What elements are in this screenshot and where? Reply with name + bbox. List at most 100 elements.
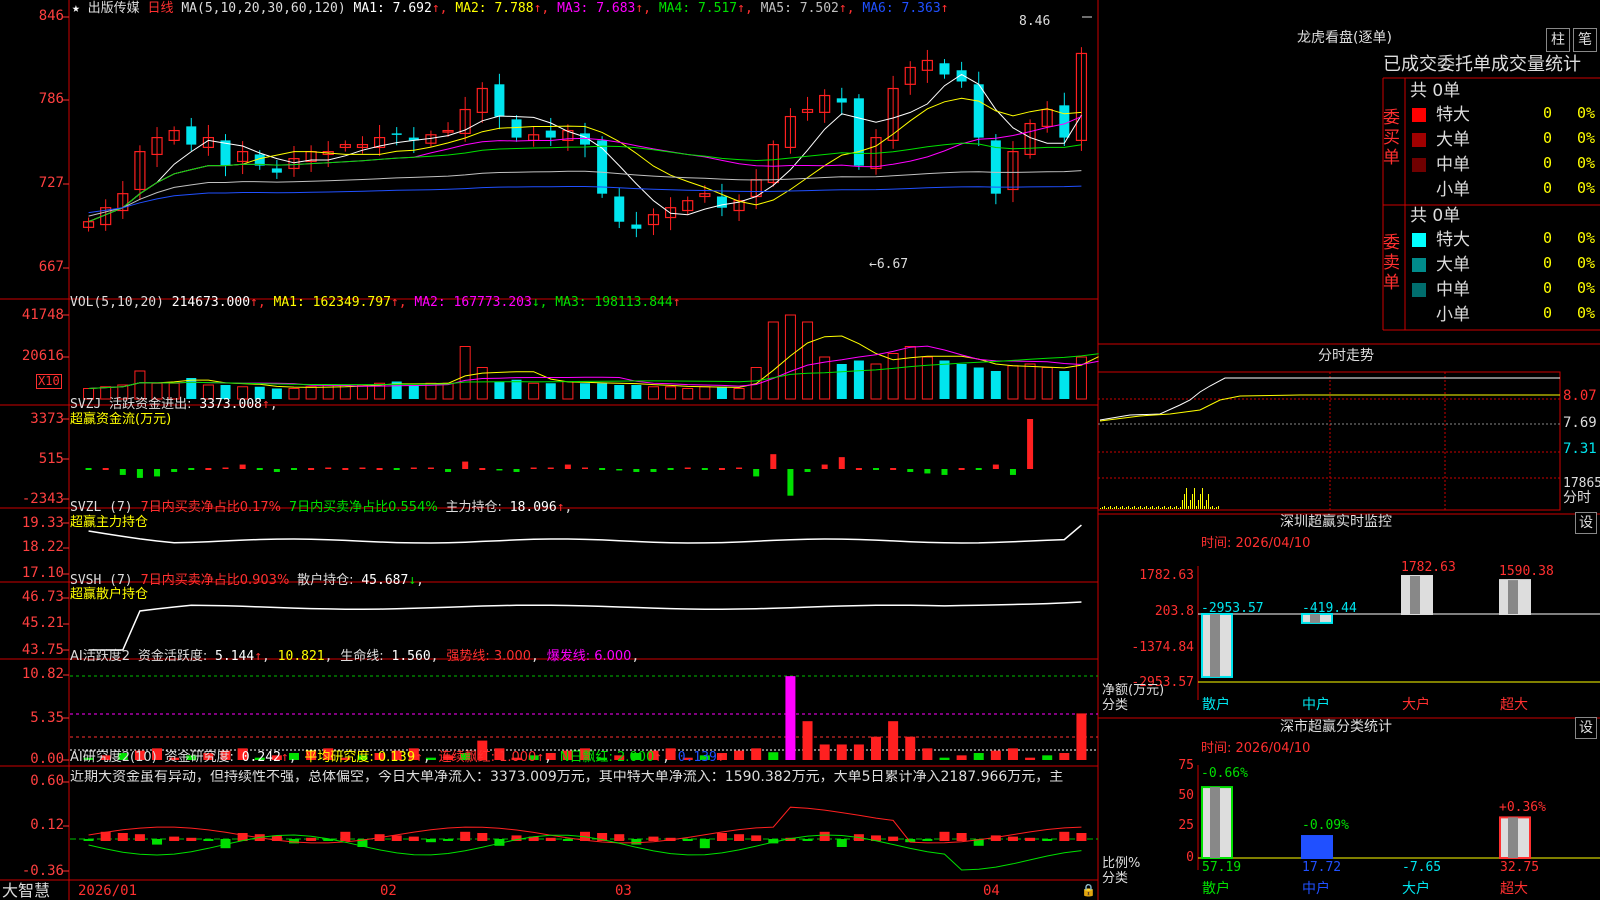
svzj-header: SVZJ 活跃资金进出: 3373.008↑,: [70, 397, 278, 412]
sz-monitor-settings-button[interactable]: 设: [1575, 512, 1597, 534]
svsh-line: [88, 601, 1082, 651]
svzj-bar: [718, 468, 725, 470]
star-icon: ★: [72, 1, 80, 16]
intraday-vol-bar: [1208, 494, 1209, 509]
intraday-vol-bar: [1182, 500, 1183, 509]
sz-category-bar-shade: [1508, 817, 1518, 858]
sz-category-change-1: -0.09%: [1302, 818, 1349, 833]
sz-category-y-tick-3: 0: [1186, 850, 1194, 865]
intraday-vol-bar: [1178, 508, 1179, 509]
intraday-vol-bar: [1210, 507, 1211, 509]
volume-bar: [580, 383, 590, 399]
buy-row-2-name: 中单: [1436, 155, 1470, 175]
svzj-bar: [821, 464, 828, 469]
dragon-header: 已成交委托单成交量统计: [1383, 54, 1581, 75]
ai-bar: [1059, 753, 1070, 760]
research-title: AI研究度2(10): [70, 750, 157, 765]
intraday-tick-label: 分时: [1563, 490, 1591, 506]
lock-icon[interactable]: 🔒: [1081, 883, 1096, 898]
intraday-vol-bar: [1128, 506, 1129, 509]
sz-category-title: 深市超赢分类统计: [1280, 719, 1392, 735]
svzj-y-tick-1: 515: [38, 451, 64, 467]
tick-mode-button[interactable]: 笔: [1573, 28, 1597, 52]
research-bar: [922, 839, 933, 841]
stock-name[interactable]: 出版传媒: [88, 1, 140, 16]
svsh-y-tick-2: 43.75: [21, 642, 64, 658]
intraday-vol-bar: [1130, 508, 1131, 509]
high-price-note: 8.46: [1019, 14, 1051, 29]
volume-bar: [305, 386, 317, 400]
volume-bar: [134, 370, 146, 400]
sell-row-2-count: 0: [1543, 279, 1553, 297]
research-bar: [819, 831, 830, 841]
svzj-bar: [701, 468, 708, 470]
svzj-bar: [513, 469, 520, 472]
svsh-label: 散户持仓:: [297, 573, 354, 588]
low-price-note: ←6.67: [869, 257, 909, 272]
sz-monitor-date: 时间: 2026/04/10: [1201, 536, 1311, 551]
ai-header: AI活跃度2 资金活跃度: 5.144↑, 10.821, 生命线: 1.560…: [70, 649, 640, 664]
svzl-header: SVZL (7) 7日内买卖净占比0.17% 7日内买卖净占比0.554% 主力…: [70, 500, 573, 515]
ai-bar: [768, 752, 779, 760]
buy-row-1-pct: 0%: [1577, 129, 1596, 147]
brand-logo[interactable]: 大智慧: [2, 882, 50, 900]
svzj-bar: [445, 469, 452, 472]
svzj-bar: [393, 468, 400, 470]
intraday-vol-bar: [1102, 507, 1103, 509]
ai-value: 5.144: [215, 649, 255, 664]
date-label-mar: 03: [615, 883, 632, 899]
svzj-bar: [838, 457, 845, 469]
sz-category-value-1: 17.72: [1302, 860, 1342, 875]
sz-category-settings-button[interactable]: 设: [1575, 717, 1597, 739]
buy-row-3-count: 0: [1543, 179, 1553, 197]
svzj-bar: [136, 469, 143, 478]
intraday-tick-1: 8.07: [1563, 388, 1597, 404]
sz-category-cat-label: 分类: [1102, 871, 1129, 886]
period-label[interactable]: 日线: [148, 1, 174, 16]
sell-row-1-pct: 0%: [1577, 254, 1596, 272]
ai-bar: [973, 753, 984, 760]
volume-bar: [784, 314, 796, 400]
svzl-y-tick-1: 18.22: [21, 539, 64, 555]
svzj-value: 3373.008: [199, 397, 262, 412]
chart-canvas: [0, 0, 1600, 900]
candle-body: [990, 140, 1001, 194]
sz-monitor-value-0: -2953.57: [1201, 601, 1264, 616]
candle-body: [956, 70, 967, 82]
ai-value-2: 10.821: [277, 649, 325, 664]
research-bar: [631, 839, 642, 845]
intraday-vol-bar: [1144, 507, 1145, 509]
intraday-frame: [1097, 371, 1561, 511]
sz-category-cat-0: 散户: [1202, 881, 1230, 897]
date-label-apr: 04: [983, 883, 1000, 899]
vol-y-tick-1: 20616: [21, 348, 64, 364]
life-value: 1.560: [391, 649, 431, 664]
sell-total: 共 0单: [1410, 206, 1461, 226]
sz-monitor-bar-shade: [1508, 580, 1518, 614]
volume-bar: [665, 386, 677, 400]
svzj-bar: [873, 468, 880, 470]
svsh-subtitle: 超赢散户持仓: [70, 587, 149, 602]
ma-1-value: MA1: 7.692: [353, 1, 432, 16]
buy-0-swatch: [1412, 108, 1426, 122]
bar-mode-button[interactable]: 柱: [1546, 28, 1570, 52]
candle-body: [614, 196, 625, 222]
research-bar: [306, 837, 317, 841]
intraday-title: 分时走势: [1318, 348, 1374, 364]
svsh-header: SVSH (7) 7日内买卖净占比0.903% 散户持仓: 45.687↓,: [70, 573, 424, 588]
svzj-y-tick-2: -2343: [21, 491, 64, 507]
svzj-bar: [239, 464, 246, 469]
volume-bar: [528, 382, 540, 400]
ma-line-5: [88, 170, 1082, 217]
sz-category-change-0: -0.66%: [1201, 766, 1248, 781]
svzj-subtitle: 超赢资金流(万元): [70, 412, 172, 427]
svzj-title: SVZJ: [70, 397, 102, 412]
research-nday: N日飘红: 2.000: [559, 750, 655, 765]
research-cont: 连续飘红: 1.000: [438, 750, 537, 765]
intraday-vol-bar: [1200, 494, 1201, 509]
svzj-bar: [582, 467, 588, 469]
ai-bar: [836, 744, 847, 760]
intraday-vol-bar: [1176, 506, 1177, 509]
research-bar: [134, 834, 145, 841]
ai-bar: [751, 748, 762, 760]
